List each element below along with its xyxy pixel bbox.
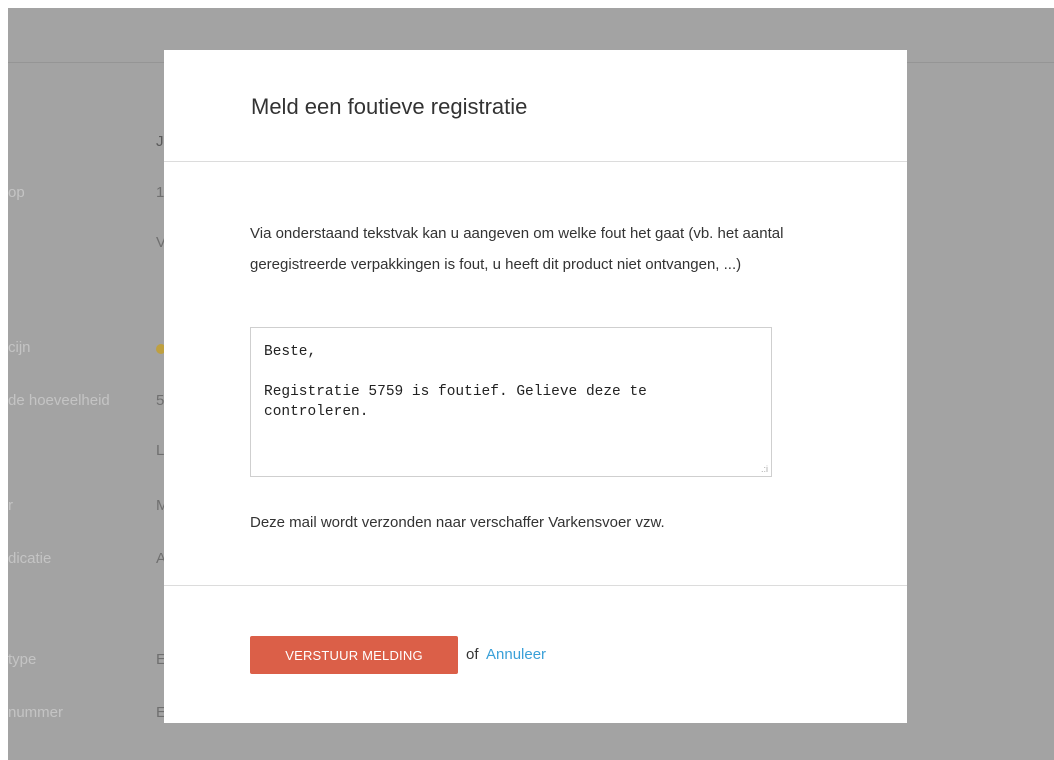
or-label: of: [466, 646, 479, 663]
mail-recipient-note: Deze mail wordt verzonden naar verschaff…: [250, 514, 665, 531]
intro-text: Via onderstaand tekstvak kan u aangeven …: [250, 225, 784, 273]
message-text[interactable]: Beste, Registratie 5759 is foutief. Geli…: [264, 342, 754, 422]
modal-body: Via onderstaand tekstvak kan u aangeven …: [164, 162, 907, 586]
report-error-modal: Meld een foutieve registratie Via onders…: [164, 50, 907, 723]
modal-footer: Verstuur melding of Annuleer: [164, 586, 907, 723]
resize-grip-icon[interactable]: .:i: [761, 465, 768, 474]
send-report-button[interactable]: Verstuur melding: [250, 636, 458, 674]
modal-header: Meld een foutieve registratie: [164, 50, 907, 162]
modal-title: Meld een foutieve registratie: [251, 94, 528, 119]
message-textarea[interactable]: Beste, Registratie 5759 is foutief. Geli…: [250, 327, 772, 477]
cancel-link[interactable]: Annuleer: [486, 646, 546, 663]
